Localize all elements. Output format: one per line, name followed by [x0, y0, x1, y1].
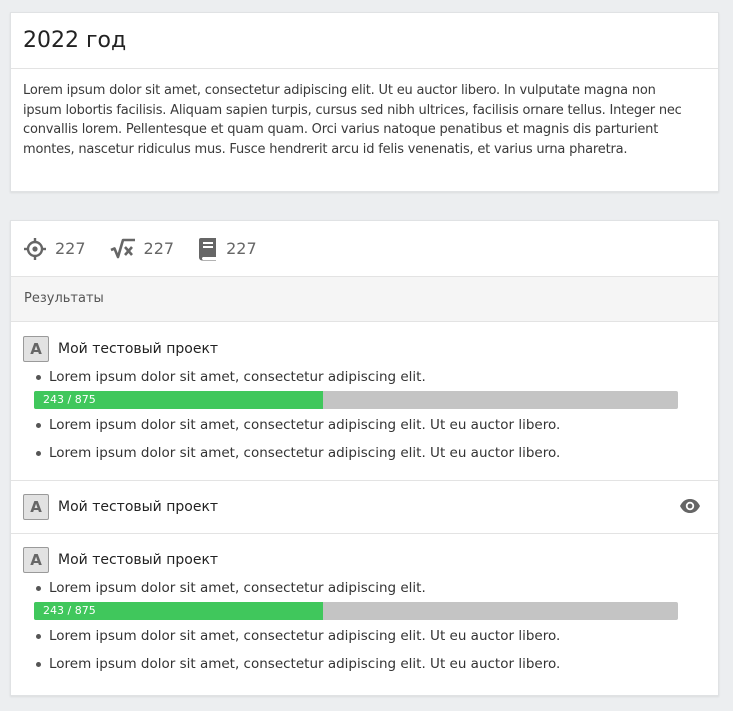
list-item-text: Lorem ipsum dolor sit amet, consectetur … — [49, 445, 561, 461]
year-title: 2022 год — [23, 28, 127, 53]
list-item-text: Lorem ipsum dolor sit amet, consectetur … — [49, 369, 426, 385]
year-card: 2022 год Lorem ipsum dolor sit amet, con… — [10, 12, 719, 192]
results-header: Результаты — [11, 277, 718, 322]
project-title: Мой тестовый проект — [58, 552, 219, 568]
list-item: Lorem ipsum dolor sit amet, consectetur … — [34, 654, 718, 674]
project-items: Lorem ipsum dolor sit amet, consectetur … — [11, 367, 718, 463]
stat-value: 227 — [226, 239, 257, 258]
progress-bar: 243 / 875 — [34, 391, 678, 409]
progress-label: 243 / 875 — [43, 604, 96, 617]
list-item-text: Lorem ipsum dolor sit amet, consectetur … — [49, 417, 561, 433]
stats-row: 227 227 227 — [11, 221, 718, 277]
year-card-header: 2022 год — [11, 13, 718, 69]
project-title: Мой тестовый проект — [58, 499, 219, 515]
eye-icon[interactable] — [679, 498, 701, 518]
project-badge: A — [23, 336, 49, 362]
list-item: Lorem ipsum dolor sit amet, consectetur … — [34, 443, 718, 463]
stat-targets: 227 — [23, 237, 86, 261]
crosshair-icon — [23, 237, 47, 261]
project-block: A Мой тестовый проект Lorem ipsum dolor … — [11, 322, 718, 481]
stat-books: 227 — [198, 237, 257, 261]
progress-label: 243 / 875 — [43, 393, 96, 406]
list-item: Lorem ipsum dolor sit amet, consectetur … — [34, 367, 718, 409]
results-card: 227 227 227 Результаты A Мой тестовый пр… — [10, 220, 719, 696]
list-item: Lorem ipsum dolor sit amet, consectetur … — [34, 415, 718, 435]
project-badge: A — [23, 547, 49, 573]
progress-bar: 243 / 875 — [34, 602, 678, 620]
stat-value: 227 — [55, 239, 86, 258]
list-item-text: Lorem ipsum dolor sit amet, consectetur … — [49, 656, 561, 672]
project-badge: A — [23, 494, 49, 520]
square-root-icon — [110, 237, 136, 261]
stat-math: 227 — [110, 237, 175, 261]
project-block: A Мой тестовый проект Lorem ipsum dolor … — [11, 534, 718, 674]
project-header[interactable]: A Мой тестовый проект — [11, 336, 718, 362]
list-item-text: Lorem ipsum dolor sit amet, consectetur … — [49, 628, 561, 644]
list-item-text: Lorem ipsum dolor sit amet, consectetur … — [49, 580, 426, 596]
project-block: A Мой тестовый проект — [11, 481, 718, 534]
list-item: Lorem ipsum dolor sit amet, consectetur … — [34, 626, 718, 646]
project-title: Мой тестовый проект — [58, 341, 219, 357]
project-header[interactable]: A Мой тестовый проект — [11, 494, 718, 520]
list-item: Lorem ipsum dolor sit amet, consectetur … — [34, 578, 718, 620]
stat-value: 227 — [143, 239, 175, 258]
project-items: Lorem ipsum dolor sit amet, consectetur … — [11, 578, 718, 674]
project-header[interactable]: A Мой тестовый проект — [11, 547, 718, 573]
book-icon — [198, 237, 218, 261]
year-description: Lorem ipsum dolor sit amet, consectetur … — [23, 83, 682, 157]
